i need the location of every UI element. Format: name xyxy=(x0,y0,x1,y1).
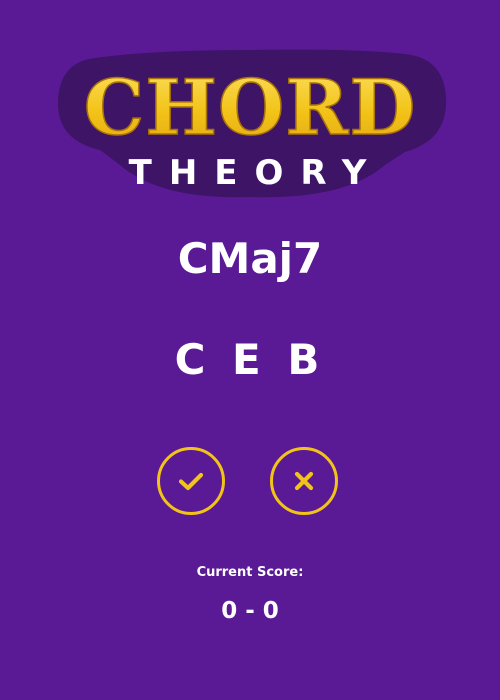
score-label: Current Score: xyxy=(196,565,304,580)
wrong-button[interactable] xyxy=(270,447,338,515)
correct-button[interactable] xyxy=(157,447,225,515)
chord-theory-logo: CHORD THEORY xyxy=(0,0,500,200)
logo-title: CHORD xyxy=(84,63,417,152)
close-icon xyxy=(294,471,314,491)
logo-subtitle: THEORY xyxy=(129,153,384,193)
game-screen: CHORD THEORY CMaj7 C E B Current Score: … xyxy=(0,0,500,700)
chord-notes: C E B xyxy=(174,335,326,384)
score-value: 0 - 0 xyxy=(221,598,279,624)
check-icon xyxy=(178,472,204,491)
chord-name: CMaj7 xyxy=(177,234,323,283)
